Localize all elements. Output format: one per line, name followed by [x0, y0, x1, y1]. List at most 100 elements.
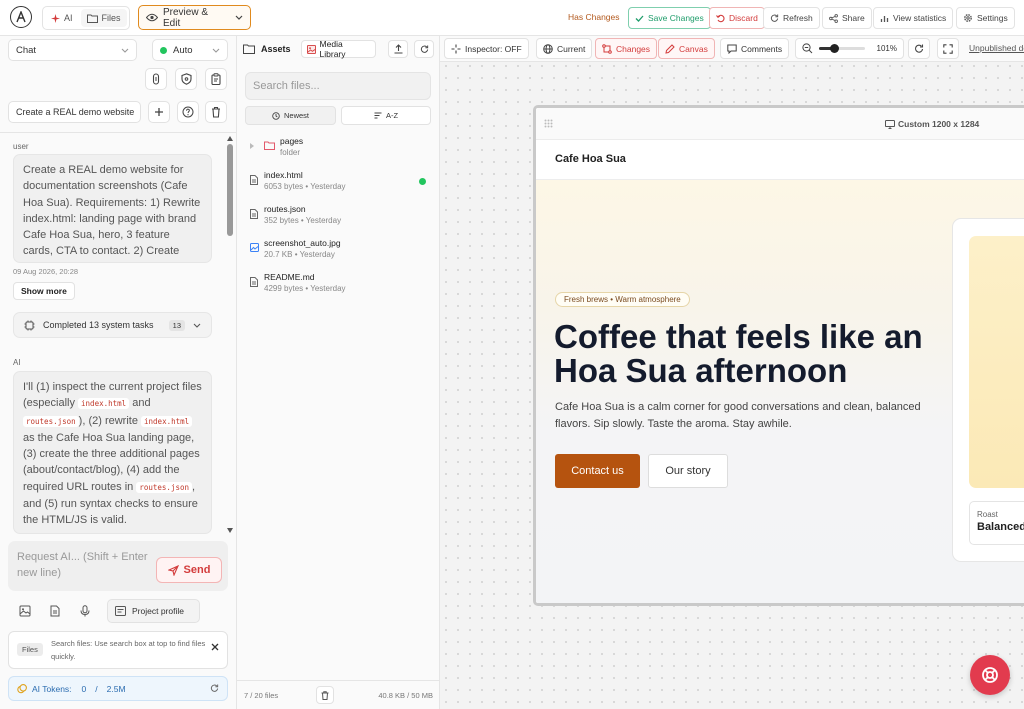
close-icon[interactable]	[209, 641, 221, 653]
show-more-button[interactable]: Show more	[13, 282, 75, 300]
app-logo-icon[interactable]	[10, 6, 32, 28]
lifebuoy-icon	[981, 666, 999, 684]
new-chat-button[interactable]	[148, 101, 170, 123]
media-library-button[interactable]: Media Library	[300, 39, 377, 59]
drag-handle-icon[interactable]	[544, 119, 553, 128]
file-name: index.html	[264, 170, 303, 180]
file-meta: 20.7 KB • Yesterday	[264, 250, 335, 259]
comments-label: Comments	[741, 43, 783, 54]
user-role-label: user	[13, 142, 29, 151]
user-message: Create a REAL demo website for documenta…	[13, 154, 212, 263]
help-button[interactable]	[177, 101, 199, 123]
delete-chat-button[interactable]	[205, 101, 227, 123]
image-upload-button[interactable]	[13, 599, 37, 623]
shield-icon-button[interactable]	[175, 68, 197, 90]
zoom-out-icon[interactable]	[802, 43, 813, 54]
hero-headline-line-2: Hoa Sua afternoon	[554, 352, 848, 389]
microphone-button[interactable]	[73, 599, 97, 623]
show-more-label: Show more	[21, 286, 67, 296]
file-row[interactable]: index.html 6053 bytes • Yesterday	[245, 170, 431, 200]
zoom-slider[interactable]	[819, 44, 865, 53]
settings-button[interactable]: Settings	[956, 7, 1015, 29]
clipboard-icon-button[interactable]	[205, 68, 227, 90]
unpublished-link[interactable]: Unpublished de	[969, 43, 1024, 53]
document-button[interactable]	[43, 599, 67, 623]
changes-status: Has Changes	[568, 12, 620, 22]
canvas-view-button[interactable]: Canvas	[658, 38, 715, 59]
contact-us-button[interactable]: Contact us	[555, 454, 640, 488]
share-icon	[829, 13, 838, 23]
image-icon	[19, 605, 31, 617]
model-select[interactable]: Auto	[152, 39, 228, 61]
our-story-button[interactable]: Our story	[648, 454, 728, 488]
sort-az-button[interactable]: A-Z	[341, 106, 431, 125]
clock-icon	[272, 111, 280, 120]
gear-icon	[963, 13, 973, 23]
tokens-total: 2.5M	[106, 683, 126, 694]
reset-view-button[interactable]	[908, 38, 930, 59]
scroll-down-arrow-icon[interactable]	[227, 528, 233, 533]
save-changes-button[interactable]: Save Changes	[628, 7, 711, 29]
user-message-time: 09 Aug 2026, 20:28	[13, 267, 79, 276]
project-profile-button[interactable]: Project profile	[107, 599, 200, 623]
share-button[interactable]: Share	[822, 7, 872, 29]
ai-message: I'll (1) inspect the current project fil…	[13, 371, 212, 534]
trash-icon[interactable]	[316, 686, 335, 704]
inspector-toggle[interactable]: Inspector: OFF	[444, 38, 529, 59]
plus-icon	[154, 107, 164, 117]
chat-input-box: Request AI... (Shift + Enter new line) S…	[8, 541, 228, 591]
tokens-label: AI Tokens:	[32, 683, 72, 694]
hint-tag: Files	[17, 643, 43, 656]
roast-label: Roast	[977, 510, 998, 519]
changes-view-button[interactable]: Changes	[595, 38, 658, 59]
zoom-level: 101%	[876, 44, 897, 53]
scrollbar-thumb[interactable]	[227, 144, 233, 236]
refresh-icon[interactable]	[210, 684, 219, 693]
sort-newest-button[interactable]: Newest	[245, 106, 336, 125]
fullscreen-button[interactable]	[937, 38, 959, 59]
folder-row-pages[interactable]: pages folder	[245, 136, 431, 166]
help-fab-button[interactable]	[970, 655, 1010, 695]
hero-image-placeholder	[969, 236, 1024, 488]
comments-button[interactable]: Comments	[720, 38, 790, 59]
eye-icon	[146, 13, 158, 22]
sort-newest-label: Newest	[283, 111, 309, 120]
tab-files[interactable]: Files	[80, 9, 127, 27]
tab-ai[interactable]: AI	[45, 9, 79, 27]
view-statistics-button[interactable]: View statistics	[873, 7, 954, 29]
storage-usage: 40.8 KB / 50 MB	[378, 690, 433, 700]
send-button[interactable]: Send	[156, 557, 222, 583]
ai-message-code-0: index.html	[78, 398, 130, 410]
send-label: Send	[183, 564, 211, 576]
current-view-button[interactable]: Current	[536, 38, 593, 59]
chat-input[interactable]: Request AI... (Shift + Enter new line)	[17, 549, 152, 581]
hero-card: Roast Balanced	[952, 218, 1024, 562]
hint-text: Search files: Use search box at top to f…	[51, 639, 206, 661]
ai-message-code-1: routes.json	[23, 415, 79, 427]
hero-subtext: Cafe Hoa Sua is a calm corner for good c…	[555, 401, 921, 430]
file-row[interactable]: README.md 4299 bytes • Yesterday	[245, 272, 431, 302]
discard-button[interactable]: Discard	[709, 7, 765, 29]
clipboard-icon	[211, 73, 221, 85]
bar-chart-icon	[880, 14, 889, 23]
system-tasks-toggle[interactable]: Completed 13 system tasks 13	[13, 312, 212, 338]
refresh-button[interactable]: Refresh	[763, 7, 820, 29]
chat-select[interactable]: Chat	[8, 39, 137, 61]
search-files-input[interactable]: Search files...	[245, 72, 431, 100]
refresh-icon	[770, 13, 779, 23]
file-row[interactable]: routes.json 352 bytes • Yesterday	[245, 204, 431, 234]
attach-icon-button[interactable]	[145, 68, 167, 90]
upload-icon[interactable]	[388, 40, 409, 58]
zoom-slider-thumb[interactable]	[830, 44, 839, 53]
site-brand[interactable]: Cafe Hoa Sua	[555, 153, 626, 165]
mode-dropdown[interactable]: Preview & Edit	[138, 5, 251, 30]
viewport-size[interactable]: Custom 1200 x 1284	[885, 119, 979, 129]
session-title[interactable]: Create a REAL demo website	[8, 101, 141, 123]
refresh-icon[interactable]	[414, 40, 434, 58]
file-row[interactable]: screenshot_auto.jpg 20.7 KB • Yesterday	[245, 238, 431, 268]
chat-scrollbar[interactable]	[227, 136, 233, 536]
file-icon	[250, 209, 258, 219]
scroll-up-arrow-icon[interactable]	[227, 136, 233, 141]
chat-divider	[0, 132, 236, 133]
user-message-text: Create a REAL demo website for documenta…	[23, 164, 201, 258]
